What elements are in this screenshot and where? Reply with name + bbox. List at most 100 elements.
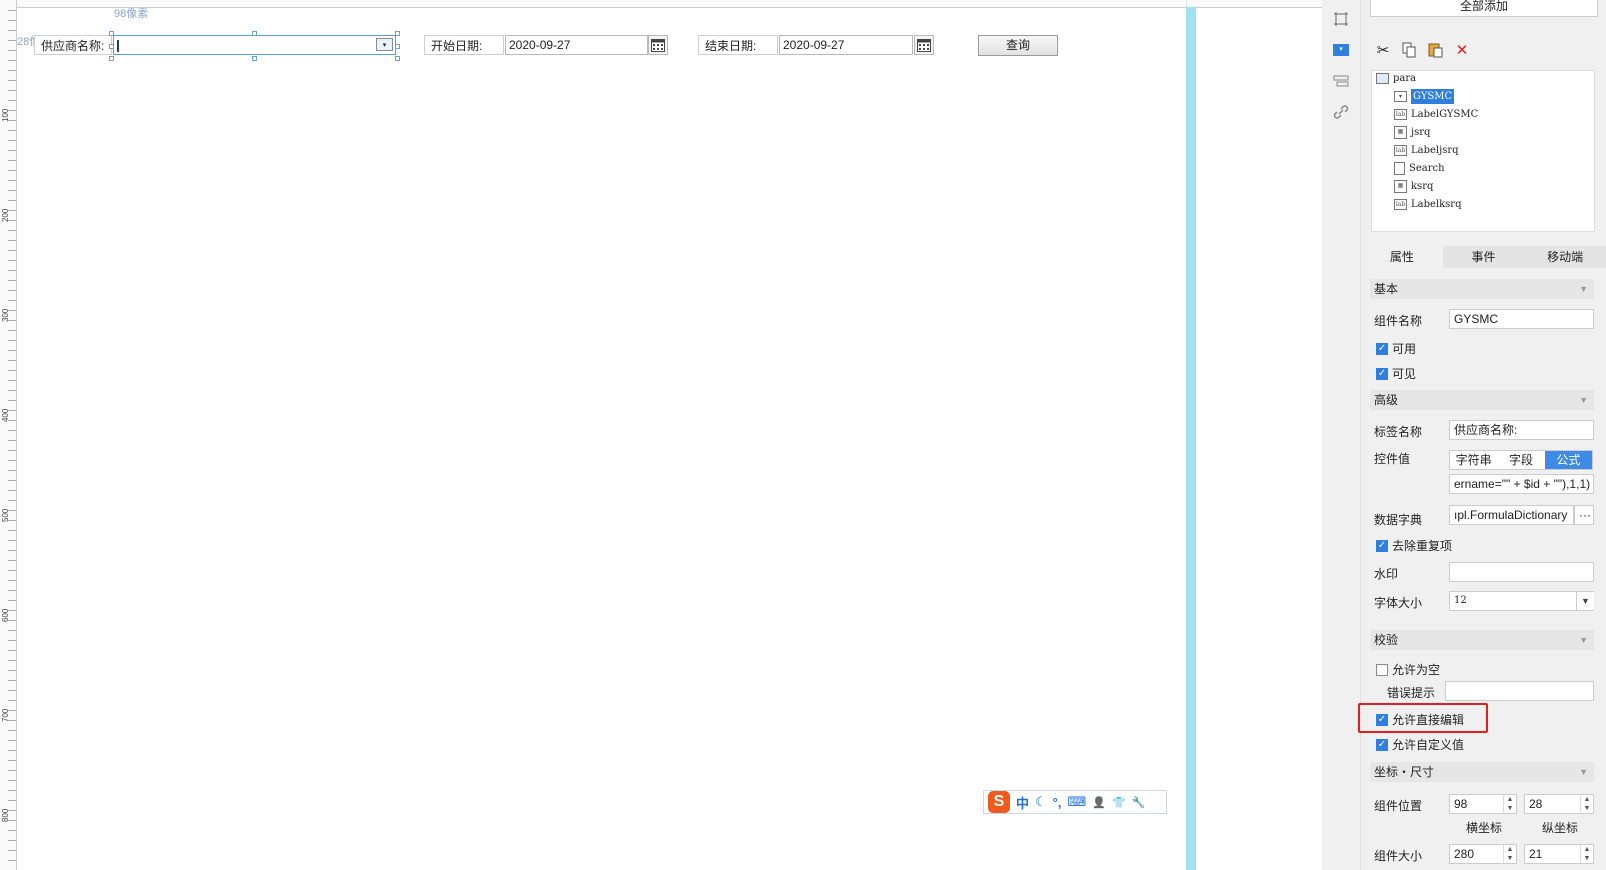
tree-item-ksrq[interactable]: ▦ ksrq (1394, 179, 1433, 194)
dict-more-button[interactable]: ··· (1574, 505, 1594, 525)
pos-x-value: 98 (1454, 797, 1468, 811)
resize-handle[interactable] (109, 44, 114, 49)
tree-root[interactable]: para (1376, 71, 1416, 86)
section-basic[interactable]: 基本 ▼ (1370, 279, 1594, 299)
add-all-button[interactable]: 全部添加 (1370, 0, 1598, 17)
top-ruler (0, 0, 1322, 8)
ruler-tick (8, 450, 16, 451)
tree-item-labelksrq[interactable]: lab Labelksrq (1394, 197, 1462, 212)
ruler-tick (8, 660, 16, 661)
chevron-down-icon[interactable]: ▼ (1576, 592, 1594, 610)
dedupe-checkbox[interactable]: ✓ 去除重复项 (1376, 537, 1452, 554)
value-type-toggle: 字符串 字段 公式 (1449, 450, 1593, 470)
dropdown-arrow-icon[interactable]: ▾ (376, 38, 393, 51)
user-icon[interactable]: 👤 (1092, 796, 1106, 809)
cut-icon[interactable]: ✂ (1374, 41, 1392, 59)
ruler-tick (8, 180, 16, 181)
visible-checkbox[interactable]: ✓ 可见 (1376, 365, 1416, 382)
tag-name-input[interactable]: 供应商名称: (1449, 420, 1594, 440)
tree-item-search[interactable]: Search (1394, 161, 1445, 176)
checkbox-box (1376, 663, 1388, 676)
component-name-label: 组件名称 (1374, 314, 1423, 328)
section-advanced[interactable]: 高级 ▼ (1370, 390, 1594, 410)
allow-custom-value-checkbox[interactable]: ✓ 允许自定义值 (1376, 736, 1464, 753)
resize-handle[interactable] (395, 44, 400, 49)
component-name-input[interactable]: GYSMC (1449, 309, 1594, 329)
tree-item-jsrq[interactable]: ▦ jsrq (1394, 125, 1430, 140)
ruler-tick (8, 490, 16, 491)
dict-input[interactable]: ıpl.FormulaDictionary (1449, 505, 1574, 525)
wrench-icon[interactable]: 🔧 (1132, 796, 1146, 809)
punctuation-icon[interactable]: °, (1053, 795, 1062, 810)
tree-item-label: Labelksrq (1411, 199, 1462, 210)
tab-properties[interactable]: 属性 (1361, 246, 1443, 268)
sogou-logo-icon[interactable]: S (988, 791, 1010, 813)
moon-icon[interactable]: ☾ (1035, 794, 1047, 810)
ruler-tick (8, 150, 16, 151)
label-icon: lab (1394, 199, 1407, 210)
query-button[interactable]: 查询 (978, 35, 1058, 56)
size-h-stepper[interactable]: 21 ▲ ▼ (1524, 844, 1594, 864)
tree-item-labeljsrq[interactable]: lab Labeljsrq (1394, 143, 1459, 158)
ruler-tick (8, 190, 16, 191)
supplier-combo[interactable] (113, 35, 396, 55)
paste-icon[interactable] (1426, 41, 1444, 59)
widget-panel-icon[interactable]: ▾ (1331, 40, 1351, 60)
delete-icon[interactable]: ✕ (1453, 41, 1471, 59)
start-date-input[interactable]: 2020-09-27 (505, 35, 648, 55)
seg-field[interactable]: 字段 (1497, 451, 1544, 469)
section-validation[interactable]: 校验 ▼ (1370, 630, 1594, 650)
watermark-input[interactable] (1449, 562, 1594, 582)
ruler-tick (8, 250, 16, 251)
dict-label: 数据字典 (1374, 513, 1423, 527)
seg-formula[interactable]: 公式 (1544, 451, 1592, 469)
error-tip-input[interactable] (1445, 681, 1594, 701)
resize-handle[interactable] (395, 56, 400, 61)
tab-events[interactable]: 事件 (1442, 246, 1525, 268)
design-canvas[interactable] (0, 0, 1323, 870)
ruler-tick (8, 690, 16, 691)
resize-handle[interactable] (109, 31, 114, 36)
spinner-arrows-icon[interactable]: ▲ ▼ (1503, 845, 1516, 863)
tree-item-gysmc[interactable]: ▾ GYSMC (1394, 89, 1455, 104)
resize-handle[interactable] (109, 56, 114, 61)
layers-icon[interactable] (1331, 71, 1351, 91)
select-frame-icon[interactable] (1331, 9, 1351, 29)
tree-item-labelgysmc[interactable]: lab LabelGYSMC (1394, 107, 1478, 122)
ruler-tick (8, 350, 16, 351)
allow-empty-checkbox[interactable]: 允许为空 (1376, 661, 1440, 678)
enabled-checkbox[interactable]: ✓ 可用 (1376, 340, 1416, 357)
seg-string[interactable]: 字符串 (1450, 451, 1497, 469)
pos-y-stepper[interactable]: 28 ▲ ▼ (1524, 794, 1594, 814)
calendar-icon: ▦ (1394, 180, 1407, 193)
checkbox-label: 允许自定义值 (1392, 738, 1465, 752)
ruler-tick (8, 270, 16, 271)
skin-icon[interactable]: 👕 (1112, 796, 1126, 809)
keyboard-icon[interactable]: ⌨ (1067, 794, 1086, 810)
spinner-arrows-icon[interactable]: ▲ ▼ (1503, 795, 1516, 813)
section-coords[interactable]: 坐标・尺寸 ▼ (1370, 762, 1594, 782)
pos-x-stepper[interactable]: 98 ▲ ▼ (1449, 794, 1517, 814)
ruler-tick (8, 570, 16, 571)
size-w-stepper[interactable]: 280 ▲ ▼ (1449, 844, 1517, 864)
ruler-tick (8, 540, 16, 541)
left-ruler (0, 0, 17, 870)
resize-handle[interactable] (252, 56, 257, 61)
ime-chinese-mode[interactable]: 中 (1016, 793, 1029, 812)
calendar-icon[interactable] (914, 35, 934, 55)
font-size-select[interactable]: 12 (1449, 591, 1594, 611)
resize-handle[interactable] (395, 31, 400, 36)
resize-handle[interactable] (252, 31, 257, 36)
ruler-tick (8, 300, 16, 301)
ime-toolbar[interactable]: S 中 ☾ °, ⌨ 👤 👕 🔧 (983, 790, 1167, 814)
end-date-input[interactable]: 2020-09-27 (779, 35, 913, 55)
tab-mobile[interactable]: 移动端 (1524, 246, 1606, 268)
copy-icon[interactable] (1400, 41, 1418, 59)
spinner-arrows-icon[interactable]: ▲ ▼ (1580, 795, 1593, 813)
ruler-tick (8, 40, 16, 41)
calendar-icon[interactable] (648, 35, 668, 55)
formula-input[interactable]: ername="" + $id + ""),1,1) (1449, 474, 1594, 494)
ruler-label: 200 (1, 208, 10, 222)
spinner-arrows-icon[interactable]: ▲ ▼ (1580, 845, 1593, 863)
link-icon[interactable] (1331, 102, 1351, 122)
